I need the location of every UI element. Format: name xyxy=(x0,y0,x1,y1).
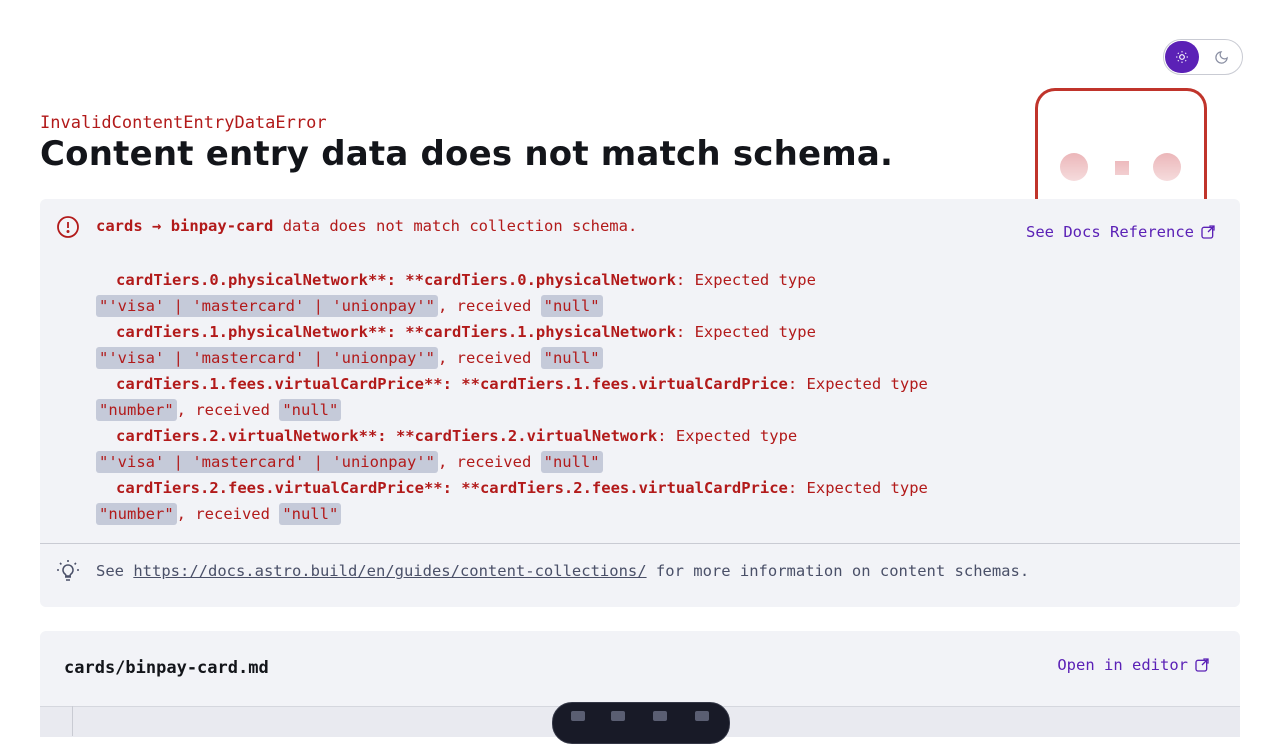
dev-toolbar[interactable] xyxy=(552,702,730,744)
error-line: cardTiers.1.fees.virtualCardPrice**: **c… xyxy=(116,375,928,393)
logo-dot-right xyxy=(1153,153,1181,181)
entry-name: binpay-card xyxy=(170,217,274,235)
received-value: "null" xyxy=(540,295,603,317)
error-line-values: "'visa' | 'mastercard' | 'unionpay'", re… xyxy=(96,449,1196,475)
error-title: Content entry data does not match schema… xyxy=(40,134,894,174)
hint-text: See https://docs.astro.build/en/guides/c… xyxy=(96,562,1030,580)
lightbulb-icon xyxy=(57,560,79,581)
alert-circle-icon xyxy=(57,216,79,238)
error-line: cardTiers.2.fees.virtualCardPrice**: **c… xyxy=(116,479,928,497)
error-message-panel: cards → binpay-card data does not match … xyxy=(40,199,1240,607)
summary-text: data does not match collection schema. xyxy=(273,217,638,235)
collection-name: cards xyxy=(96,217,143,235)
error-line-values: "number", received "null" xyxy=(96,501,1196,527)
expected-type: "number" xyxy=(96,399,177,421)
received-value: "null" xyxy=(540,347,603,369)
logo-dot-left xyxy=(1060,153,1088,181)
line-number-gutter xyxy=(72,706,73,736)
arrow: → xyxy=(152,217,162,235)
docs-reference-link[interactable]: See Docs Reference xyxy=(1026,223,1216,241)
expected-type: "'visa' | 'mastercard' | 'unionpay'" xyxy=(96,295,438,317)
received-value: "null" xyxy=(279,503,342,525)
error-line-values: "number", received "null" xyxy=(96,397,1196,423)
light-theme-button[interactable] xyxy=(1165,41,1199,73)
hint-divider xyxy=(40,543,1240,544)
external-link-icon xyxy=(1201,225,1215,239)
expected-type: "number" xyxy=(96,503,177,525)
error-line-values: "'visa' | 'mastercard' | 'unionpay'", re… xyxy=(96,293,1196,319)
logo-square xyxy=(1115,161,1129,175)
open-in-editor-label: Open in editor xyxy=(1057,656,1188,674)
error-summary: cards → binpay-card data does not match … xyxy=(96,217,637,235)
file-path: cards/binpay-card.md xyxy=(64,658,269,678)
received-value: "null" xyxy=(540,451,603,473)
external-link-icon xyxy=(1195,658,1209,672)
error-line-values: "'visa' | 'mastercard' | 'unionpay'", re… xyxy=(96,345,1196,371)
expected-type: "'visa' | 'mastercard' | 'unionpay'" xyxy=(96,347,438,369)
open-in-editor-link[interactable]: Open in editor xyxy=(1057,656,1210,674)
astro-logo-illustration xyxy=(1035,88,1207,208)
error-line: cardTiers.2.virtualNetwork**: **cardTier… xyxy=(116,427,798,445)
expected-type: "'visa' | 'mastercard' | 'unionpay'" xyxy=(96,451,438,473)
sun-icon xyxy=(1176,51,1188,63)
content-collections-docs-link[interactable]: https://docs.astro.build/en/guides/conte… xyxy=(133,562,646,580)
error-details: cardTiers.0.physicalNetwork**: **cardTie… xyxy=(96,267,1196,527)
error-line: cardTiers.0.physicalNetwork**: **cardTie… xyxy=(116,271,816,289)
dark-theme-button[interactable] xyxy=(1206,41,1236,73)
moon-icon xyxy=(1214,50,1228,64)
theme-toggle[interactable] xyxy=(1163,39,1243,75)
received-value: "null" xyxy=(279,399,342,421)
error-line: cardTiers.1.physicalNetwork**: **cardTie… xyxy=(116,323,816,341)
docs-reference-label: See Docs Reference xyxy=(1026,223,1194,241)
error-name: InvalidContentEntryDataError xyxy=(40,113,327,133)
